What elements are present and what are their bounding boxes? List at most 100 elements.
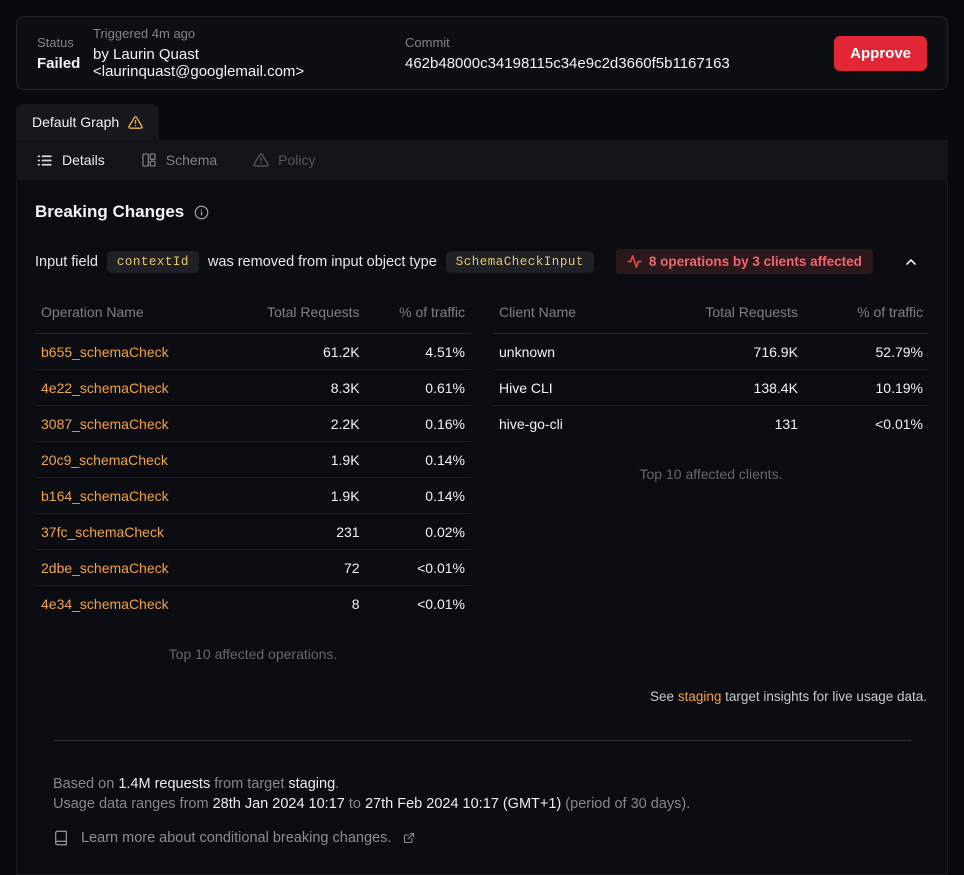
operation-link[interactable]: 4e22_schemaCheck (41, 380, 169, 396)
table-row: 2dbe_schemaCheck 72 <0.01% (35, 550, 471, 586)
requests-cell: 8 (224, 586, 366, 622)
traffic-cell: <0.01% (804, 406, 929, 442)
see-note-pre: See (650, 689, 674, 704)
column-header: Total Requests (636, 298, 804, 334)
schema-icon (141, 152, 157, 168)
affected-badge: 8 operations by 3 clients affected (616, 249, 873, 274)
table-row: 4e34_schemaCheck 8 <0.01% (35, 586, 471, 622)
tab-default-graph[interactable]: Default Graph (16, 104, 159, 140)
operation-link[interactable]: b164_schemaCheck (41, 488, 169, 504)
operations-table: Operation Name Total Requests % of traff… (35, 298, 471, 662)
traffic-cell: 0.14% (366, 478, 471, 514)
commit-group: Commit 462b48000c34198115c34e9c2d3660f5b… (405, 35, 834, 72)
to-text: to (349, 796, 361, 812)
breaking-changes-title: Breaking Changes (35, 202, 184, 222)
triggered-group: Triggered 4m ago by Laurin Quast <laurin… (93, 26, 405, 80)
table-row: 20c9_schemaCheck 1.9K 0.14% (35, 442, 471, 478)
warning-triangle-icon (128, 115, 143, 130)
change-prefix: Input field (35, 254, 98, 270)
operation-link[interactable]: 37fc_schemaCheck (41, 524, 164, 540)
ranges-prefix-text: Usage data ranges from (53, 796, 209, 812)
traffic-cell: 0.61% (366, 370, 471, 406)
traffic-cell: <0.01% (366, 550, 471, 586)
requests-count: 1.4M requests (118, 776, 210, 792)
learn-more-label: Learn more about conditional breaking ch… (81, 830, 391, 846)
table-row: b164_schemaCheck 1.9K 0.14% (35, 478, 471, 514)
operation-link[interactable]: 3087_schemaCheck (41, 416, 169, 432)
tab-schema[interactable]: Schema (141, 152, 217, 168)
see-note-post: target insights for live usage data. (725, 689, 927, 704)
info-icon[interactable] (194, 205, 209, 220)
traffic-cell: 0.16% (366, 406, 471, 442)
external-link-icon (403, 832, 415, 844)
based-on-text: Based on (53, 776, 114, 792)
affected-badge-label: 8 operations by 3 clients affected (649, 254, 862, 269)
period-text: (period of 30 days). (565, 796, 690, 812)
requests-cell: 138.4K (636, 370, 804, 406)
requests-cell: 8.3K (224, 370, 366, 406)
table-row: 3087_schemaCheck 2.2K 0.16% (35, 406, 471, 442)
clients-table: Client Name Total Requests % of traffic … (493, 298, 929, 662)
column-header: % of traffic (366, 298, 471, 334)
operation-link[interactable]: 2dbe_schemaCheck (41, 560, 169, 576)
book-icon (53, 830, 69, 846)
requests-cell: 61.2K (224, 334, 366, 370)
operation-link[interactable]: 4e34_schemaCheck (41, 596, 169, 612)
requests-cell: 231 (224, 514, 366, 550)
policy-warning-icon (253, 152, 269, 168)
from-target-text: from target (214, 776, 284, 792)
status-value: Failed (37, 55, 93, 72)
tab-policy[interactable]: Policy (253, 152, 315, 168)
graph-tab-label: Default Graph (32, 114, 119, 130)
traffic-cell: 4.51% (366, 334, 471, 370)
requests-cell: 1.9K (224, 478, 366, 514)
requests-cell: 72 (224, 550, 366, 586)
column-header: Client Name (493, 298, 636, 334)
staging-target-link[interactable]: staging (678, 689, 722, 704)
operation-link[interactable]: 20c9_schemaCheck (41, 452, 168, 468)
change-middle: was removed from input object type (208, 254, 437, 270)
target-name: staging (288, 776, 335, 792)
requests-cell: 131 (636, 406, 804, 442)
tab-schema-label: Schema (166, 152, 217, 168)
table-row: unknown 716.9K 52.79% (493, 334, 929, 370)
learn-more-link[interactable]: Learn more about conditional breaking ch… (53, 830, 415, 846)
usage-summary: Based on 1.4M requests from target stagi… (53, 774, 911, 814)
table-row: 4e22_schemaCheck 8.3K 0.61% (35, 370, 471, 406)
traffic-cell: <0.01% (366, 586, 471, 622)
requests-cell: 716.9K (636, 334, 804, 370)
activity-pulse-icon (627, 254, 642, 269)
traffic-cell: 0.02% (366, 514, 471, 550)
column-header: Operation Name (35, 298, 224, 334)
list-icon (36, 152, 53, 169)
commit-label: Commit (405, 35, 834, 50)
tab-policy-label: Policy (278, 152, 315, 168)
range-start-date: 28th Jan 2024 10:17 (213, 796, 345, 812)
tab-details[interactable]: Details (36, 152, 105, 169)
tab-details-label: Details (62, 152, 105, 168)
change-type-code: SchemaCheckInput (446, 251, 594, 273)
table-row: b655_schemaCheck 61.2K 4.51% (35, 334, 471, 370)
range-end-date: 27th Feb 2024 10:17 (GMT+1) (365, 796, 561, 812)
check-header: Status Failed Triggered 4m ago by Laurin… (16, 16, 948, 90)
usage-summary-line1: Based on 1.4M requests from target stagi… (53, 774, 911, 794)
operations-table-note: Top 10 affected operations. (35, 646, 471, 662)
footer-divider (53, 740, 911, 741)
details-panel: Breaking Changes Input field contextId w… (16, 180, 948, 875)
triggered-author: by Laurin Quast <laurinquast@googlemail.… (93, 46, 405, 80)
approve-button[interactable]: Approve (834, 36, 927, 71)
column-header: Total Requests (224, 298, 366, 334)
traffic-cell: 0.14% (366, 442, 471, 478)
column-header: % of traffic (804, 298, 929, 334)
status-label: Status (37, 35, 93, 50)
client-name-cell: Hive CLI (493, 370, 636, 406)
change-field-code: contextId (107, 251, 199, 273)
requests-cell: 1.9K (224, 442, 366, 478)
collapse-chevron-button[interactable] (899, 250, 923, 274)
operation-link[interactable]: b655_schemaCheck (41, 344, 169, 360)
table-row: 37fc_schemaCheck 231 0.02% (35, 514, 471, 550)
see-staging-note: See staging target insights for live usa… (35, 689, 929, 704)
breaking-change-row[interactable]: Input field contextId was removed from i… (35, 249, 929, 274)
triggered-label: Triggered 4m ago (93, 26, 405, 41)
status-group: Status Failed (37, 35, 93, 72)
